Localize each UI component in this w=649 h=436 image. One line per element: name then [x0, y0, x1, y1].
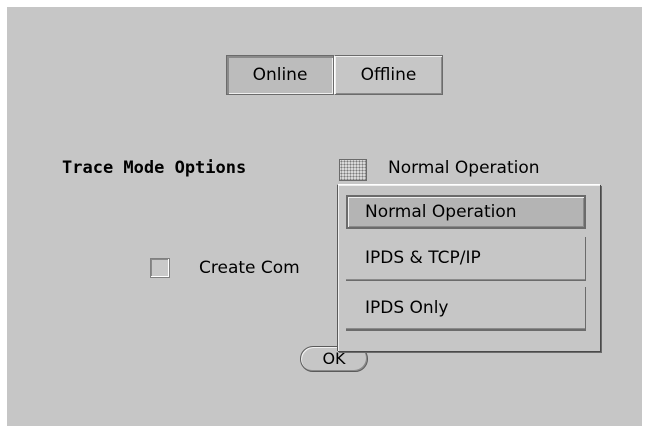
trace-mode-dropdown-menu: Normal Operation IPDS & TCP/IP IPDS Only	[337, 184, 600, 351]
menu-item-normal-operation[interactable]: Normal Operation	[346, 195, 586, 229]
option-menu-indicator-icon[interactable]	[339, 159, 367, 181]
create-checkbox[interactable]	[150, 258, 170, 278]
trace-mode-label: Trace Mode Options	[62, 158, 247, 178]
create-checkbox-label: Create Com	[199, 258, 300, 278]
trace-mode-value[interactable]: Normal Operation	[388, 158, 540, 178]
online-tab[interactable]: Online	[226, 55, 334, 95]
menu-item-ipds-only[interactable]: IPDS Only	[346, 287, 586, 331]
dialog-panel: Online Offline Trace Mode Options Normal…	[7, 7, 642, 426]
offline-tab[interactable]: Offline	[334, 55, 443, 95]
menu-item-ipds-tcpip[interactable]: IPDS & TCP/IP	[346, 237, 586, 281]
